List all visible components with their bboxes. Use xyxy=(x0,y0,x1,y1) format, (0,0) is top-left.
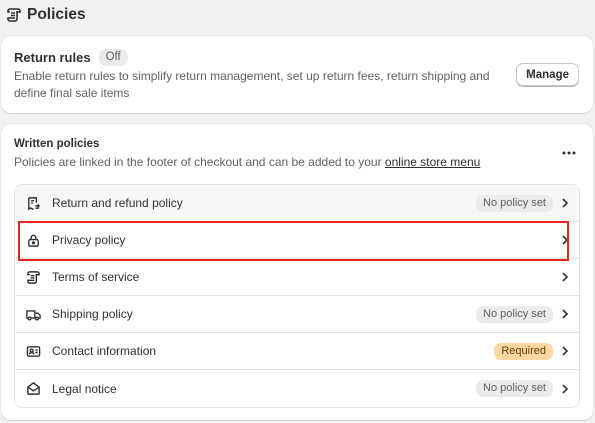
more-actions-button[interactable] xyxy=(557,144,581,162)
description-text: Policies are linked in the footer of che… xyxy=(14,155,385,169)
chevron-right-icon xyxy=(559,271,571,283)
contact-card-icon xyxy=(26,344,41,359)
chevron-right-icon xyxy=(559,197,571,209)
list-item-label: Return and refund policy xyxy=(52,196,183,210)
list-item-label: Privacy policy xyxy=(52,233,126,247)
status-badge: Off xyxy=(98,49,128,66)
chevron-right-icon xyxy=(559,345,571,357)
list-item-return-refund-policy[interactable]: Return and refund policy No policy set xyxy=(15,185,579,222)
page-title: Policies xyxy=(27,6,86,23)
return-rules-title-row: Return rules Off xyxy=(14,49,128,66)
status-badge: No policy set xyxy=(476,380,553,397)
list-item-label: Terms of service xyxy=(52,270,140,284)
status-badge: No policy set xyxy=(476,305,553,323)
online-store-menu-link[interactable]: online store menu xyxy=(385,155,480,169)
list-item-terms-of-service[interactable]: Terms of service xyxy=(15,259,579,296)
return-receipt-icon xyxy=(26,196,41,211)
lock-icon xyxy=(26,233,41,248)
manage-button[interactable]: Manage xyxy=(516,63,579,86)
list-item-label: Legal notice xyxy=(52,381,117,396)
status-badge: No policy set xyxy=(476,194,553,212)
policy-scroll-icon xyxy=(6,7,22,23)
return-rules-description: Enable return rules to simplify return m… xyxy=(14,69,490,100)
policy-list: Return and refund policy No policy set P… xyxy=(14,184,580,408)
required-badge: Required xyxy=(494,342,553,360)
written-policies-description: Policies are linked in the footer of che… xyxy=(14,155,480,169)
list-item-privacy-policy[interactable]: Privacy policy xyxy=(15,222,579,259)
chevron-right-icon xyxy=(559,308,571,320)
truck-icon xyxy=(26,307,41,322)
page-header: Policies xyxy=(6,5,86,25)
return-rules-title: Return rules xyxy=(14,50,91,65)
list-item-contact-information[interactable]: Contact information Required xyxy=(15,333,579,370)
written-policies-card: Written policies Policies are linked in … xyxy=(1,124,593,420)
list-item-label: Shipping policy xyxy=(52,307,133,321)
envelope-open-icon xyxy=(26,381,41,396)
return-rules-card: Return rules Off Enable return rules to … xyxy=(1,36,593,113)
more-horizontal-icon[interactable] xyxy=(562,151,576,155)
list-item-label: Contact information xyxy=(52,344,157,358)
scroll-icon xyxy=(26,270,41,285)
chevron-right-icon xyxy=(559,383,571,395)
written-policies-title: Written policies xyxy=(14,138,100,150)
list-item-shipping-policy[interactable]: Shipping policy No policy set xyxy=(15,296,579,333)
chevron-right-icon xyxy=(559,234,571,246)
list-item-legal-notice[interactable]: Legal notice No policy set xyxy=(15,370,579,407)
